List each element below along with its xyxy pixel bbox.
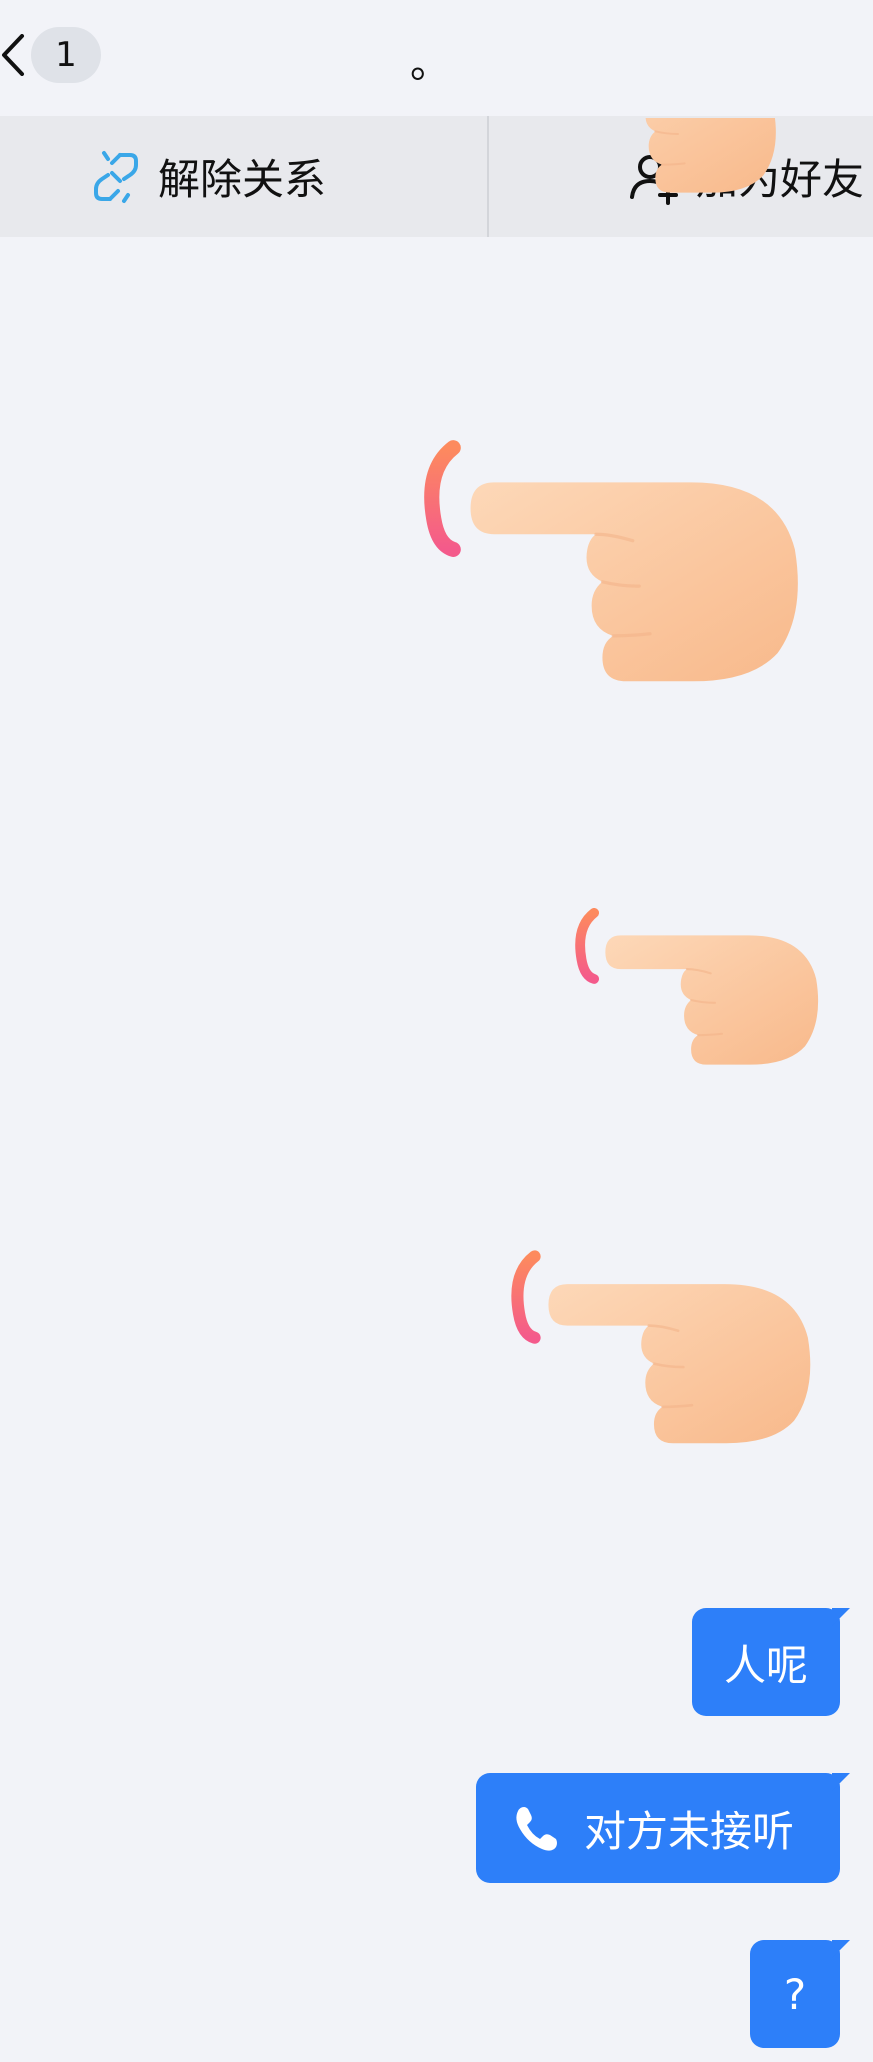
pointing-hand-sticker[interactable]	[490, 118, 830, 278]
back-button[interactable]	[0, 28, 28, 82]
broken-link-icon	[94, 150, 138, 203]
message-text: ?	[783, 1969, 807, 2019]
unbind-relationship-button[interactable]: 解除关系	[90, 116, 326, 237]
message-text: 人呢	[723, 1640, 808, 1690]
pointing-hand-sticker[interactable]	[410, 440, 810, 702]
unbind-label: 解除关系	[158, 155, 327, 204]
top-bar: 1 。	[0, 0, 873, 116]
pointing-hand-sticker[interactable]	[566, 908, 826, 1078]
message-bubble[interactable]: 人呢	[692, 1608, 850, 1716]
action-divider	[487, 116, 489, 237]
call-record-bubble[interactable]: 对方未接听	[476, 1773, 850, 1883]
pointing-hand-sticker[interactable]	[500, 1250, 820, 1460]
bubble-tail	[832, 1773, 850, 1791]
chat-title: 。	[410, 41, 450, 87]
call-status-text: 对方未接听	[584, 1806, 795, 1856]
message-bubble[interactable]: ?	[750, 1940, 850, 2048]
bubble-tail	[832, 1608, 850, 1626]
unread-badge: 1	[31, 27, 101, 83]
bubble-tail	[832, 1940, 850, 1958]
chevron-left-icon	[2, 34, 24, 76]
phone-icon	[516, 1807, 557, 1851]
